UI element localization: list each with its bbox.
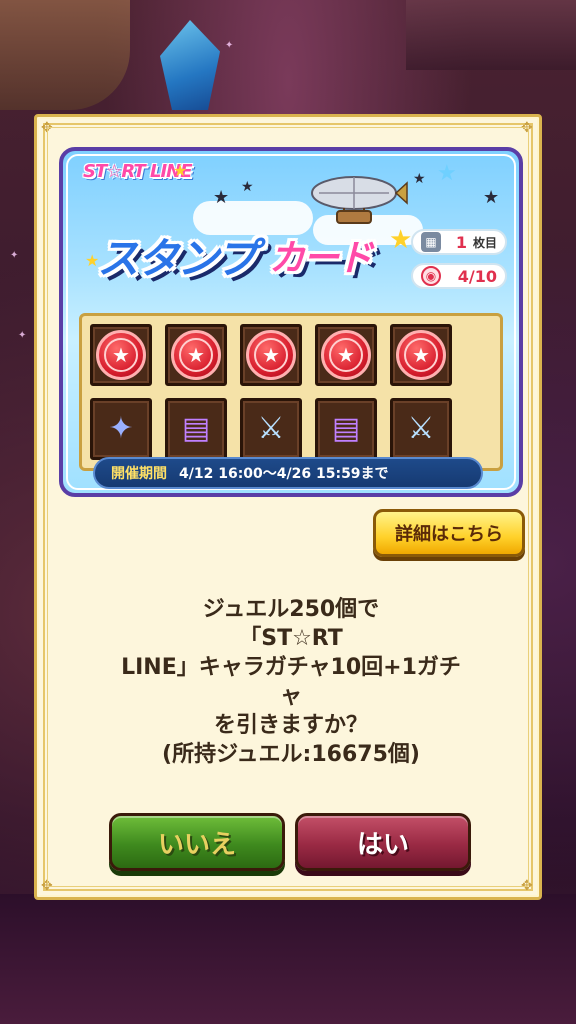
stamp-slot: ★ [315,324,377,386]
background-crystal [160,20,220,110]
event-period-bar: 開催期間 4/12 16:00〜4/26 15:59まで [93,457,483,489]
background-arch [0,0,130,110]
star-crystal-icon: ✦ [108,411,134,446]
no-button[interactable]: いいえ [109,813,285,871]
sparkle-icon: ✦ [10,250,19,261]
reward-slot: ▤ [165,398,227,460]
reward-slot: ⚔ [390,398,452,460]
stamp-icon: ★ [321,330,371,380]
message-line: LINE」キャラガチャ10回+1ガチ [121,655,461,680]
stamp-slot: ★ [90,324,152,386]
corner-ornament-icon: ✥ [521,878,533,894]
corner-ornament-icon: ✥ [41,120,53,136]
magic-book-icon: ▤ [181,411,211,446]
sheet-counter: ▦ 1 枚目 [411,229,507,255]
stamp-icon: ★ [171,330,221,380]
magic-book-icon: ▤ [331,411,361,446]
period-value: 4/12 16:00〜4/26 15:59まで [179,466,389,482]
stamp-title: スタンプ [97,234,258,283]
gacha-confirm-dialog: ✥ ✥ ✥ ✥ ST☆RT LINE ★ ★ ★ ★ ★ ★ ★ ★ スタンプ … [34,114,542,900]
stamp-progress-counter: ◉ 4/10 [411,263,507,289]
card-sheet-icon: ▦ [421,232,441,252]
star-icon: ★ [413,171,426,187]
card-title: カード [269,238,373,279]
background-shelf [406,0,576,70]
stamp-progress: 4/10 [457,266,497,286]
stamp-icon: ★ [396,330,446,380]
message-line: 「ST☆RT [239,626,343,651]
stamp-slot: ★ [240,324,302,386]
message-line: を引きますか？ [213,713,368,738]
star-icon: ★ [389,225,413,255]
stamp-icon: ★ [246,330,296,380]
background-floor [0,894,576,1024]
message-line: ャ [279,684,302,709]
sparkle-icon: ✦ [18,330,27,341]
stamp-slot: ★ [390,324,452,386]
star-icon: ★ [173,161,188,180]
reward-slot: ▤ [315,398,377,460]
sword-icon: ⚔ [407,411,435,446]
stamp-grid: ★ ★ ★ ★ ★ ✦ ▤ ⚔ ▤ ⚔ [79,313,503,471]
yes-button[interactable]: はい [295,813,471,871]
stamp-small-icon: ◉ [421,266,441,286]
reward-slot: ⚔ [240,398,302,460]
sheet-count: 1 [455,232,467,252]
sheet-unit: 枚目 [472,235,497,250]
corner-ornament-icon: ✥ [41,878,53,894]
reward-slot: ✦ [90,398,152,460]
sword-icon: ⚔ [257,411,285,446]
period-label: 開催期間 [111,466,167,482]
star-icon: ★ [483,187,500,208]
sparkle-icon: ✦ [225,40,234,51]
stamp-icon: ★ [96,330,146,380]
star-icon: ★ [437,161,457,186]
star-icon: ★ [241,179,254,195]
corner-ornament-icon: ✥ [521,120,533,136]
stamp-card-banner: ST☆RT LINE ★ ★ ★ ★ ★ ★ ★ ★ スタンプ カード ▦ 1 … [59,147,523,497]
message-line: ジュエル250個で [202,597,380,622]
airship-icon [311,176,408,224]
stamp-slot: ★ [165,324,227,386]
confirm-message: ジュエル250個で 「ST☆RT LINE」キャラガチャ10回+1ガチ ャ を引… [77,595,505,769]
star-icon: ★ [213,187,230,208]
details-button[interactable]: 詳細はこちら [373,509,525,557]
jewel-balance: (所持ジュエル:16675個) [162,742,420,767]
